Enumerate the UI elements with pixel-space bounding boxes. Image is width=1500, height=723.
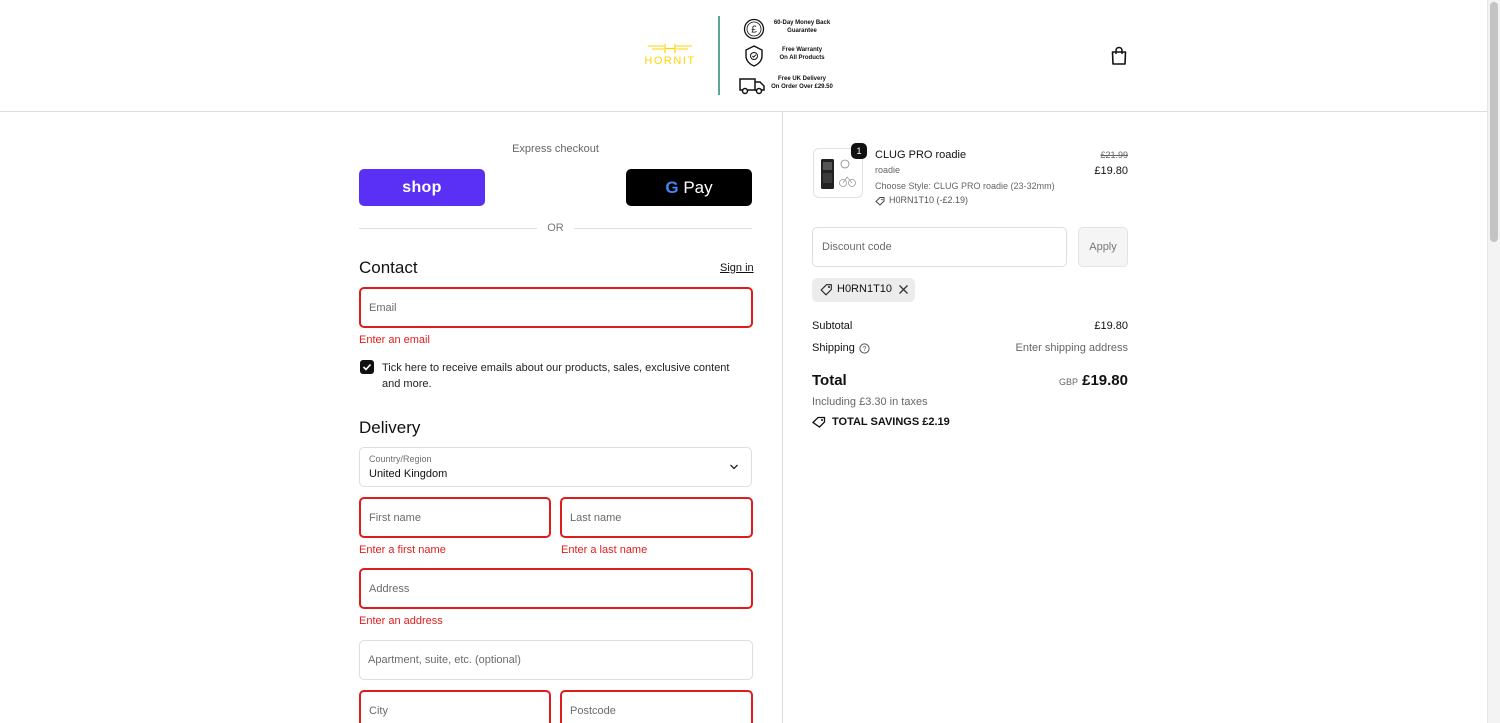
last-name-wrapper	[560, 497, 753, 538]
site-header: HORNIT £ 60-Day Money Back Guarantee Free…	[0, 0, 1487, 112]
postcode-field[interactable]	[570, 692, 743, 723]
email-field-wrapper	[359, 287, 753, 328]
google-g-icon: G	[665, 177, 679, 197]
or-divider: OR	[359, 221, 752, 235]
product-name: CLUG PRO roadie	[875, 149, 967, 161]
country-value: United Kingdom	[369, 468, 448, 480]
express-checkout-title: Express checkout	[512, 143, 599, 155]
checkmark-icon	[362, 363, 372, 371]
warranty-shield-icon	[745, 45, 763, 67]
total-savings: TOTAL SAVINGS £2.19	[812, 416, 950, 428]
perk-warranty: Free Warranty On All Products	[738, 44, 848, 70]
chevron-down-icon	[730, 464, 738, 470]
country-select[interactable]: Country/Region United Kingdom	[359, 447, 752, 487]
total-currency: GBP	[1058, 377, 1078, 387]
shipping-value: Enter shipping address	[1015, 342, 1128, 354]
brand-wordmark: HORNIT	[644, 55, 696, 67]
discount-code-field[interactable]	[822, 228, 1058, 266]
header-divider	[718, 16, 720, 95]
shipping-label: Shipping	[812, 342, 855, 354]
product-variant: roadie	[875, 165, 901, 175]
sign-in-link[interactable]: Sign in	[720, 262, 754, 274]
shopping-bag-icon[interactable]	[1110, 46, 1128, 66]
perk-text: Guarantee	[787, 28, 817, 34]
delivery-truck-icon	[739, 78, 765, 95]
original-price: £21.99	[1100, 150, 1128, 160]
city-field[interactable]	[369, 692, 541, 723]
first-name-field[interactable]	[369, 499, 541, 536]
tag-icon	[812, 416, 826, 428]
help-circle-icon[interactable]: ?	[859, 342, 870, 354]
perk-text: 60-Day Money Back	[773, 20, 831, 26]
first-name-wrapper	[359, 497, 551, 538]
discount-code-wrapper	[812, 227, 1067, 267]
product-thumbnail: 1	[813, 143, 867, 198]
apartment-field[interactable]	[368, 641, 744, 679]
tag-icon	[875, 196, 885, 206]
total-value: £19.80	[1082, 372, 1128, 389]
contact-heading: Contact	[359, 258, 418, 277]
svg-text:£: £	[751, 25, 757, 36]
total-savings-text: TOTAL SAVINGS £2.19	[832, 416, 950, 428]
page-scrollbar[interactable]	[1487, 0, 1500, 723]
last-name-error: Enter a last name	[561, 544, 648, 556]
google-pay-button[interactable]: G Pay	[626, 169, 752, 206]
subtotal-value: £19.80	[1094, 320, 1128, 332]
taxes-note: Including £3.30 in taxes	[812, 396, 928, 408]
city-wrapper	[359, 690, 551, 723]
postcode-wrapper	[560, 690, 753, 723]
applied-discount-code: H0RN1T10	[837, 283, 893, 295]
shipping-row: Shipping?	[812, 342, 870, 354]
applied-discount-chip: H0RN1T10	[812, 278, 915, 302]
address-error: Enter an address	[359, 615, 443, 627]
perk-delivery: Free UK Delivery On Order Over £29.50	[738, 73, 848, 99]
perk-money-back: £ 60-Day Money Back Guarantee	[738, 17, 848, 43]
address-field[interactable]	[369, 570, 743, 607]
email-field[interactable]	[369, 289, 743, 326]
marketing-checkbox[interactable]	[360, 360, 374, 374]
delivery-heading: Delivery	[359, 418, 421, 437]
quantity-badge: 1	[851, 143, 867, 159]
total-label: Total	[812, 372, 847, 389]
address-wrapper	[359, 568, 753, 609]
perk-text: On All Products	[779, 55, 825, 61]
discounted-price: £19.80	[1094, 165, 1128, 177]
pound-coin-icon: £	[743, 18, 765, 40]
subtotal-label: Subtotal	[812, 320, 853, 332]
scrollbar-thumb[interactable]	[1490, 2, 1498, 242]
tag-icon	[820, 284, 832, 296]
logo-mark-icon	[648, 44, 692, 53]
apply-discount-button[interactable]: Apply	[1078, 227, 1128, 267]
gpay-label: Pay	[683, 177, 713, 197]
marketing-checkbox-label: Tick here to receive emails about our pr…	[382, 362, 730, 390]
perk-text: On Order Over £29.50	[771, 84, 833, 90]
perk-text: Free UK Delivery	[777, 76, 827, 82]
last-name-field[interactable]	[570, 499, 743, 536]
svg-text:?: ?	[862, 346, 866, 353]
country-label: Country/Region	[369, 454, 432, 464]
first-name-error: Enter a first name	[359, 544, 446, 556]
shop-pay-button[interactable]: shop	[359, 169, 485, 206]
close-icon[interactable]	[898, 284, 909, 295]
email-error: Enter an email	[359, 334, 430, 346]
product-discount-text: H0RN1T10 (-£2.19)	[889, 195, 969, 205]
product-style: Choose Style: CLUG PRO roadie (23-32mm)	[875, 181, 1055, 191]
product-discount: H0RN1T10 (-£2.19)	[875, 195, 968, 206]
perk-text: Free Warranty	[781, 47, 823, 53]
apartment-wrapper	[359, 640, 753, 680]
brand-logo[interactable]: HORNIT	[636, 43, 704, 69]
